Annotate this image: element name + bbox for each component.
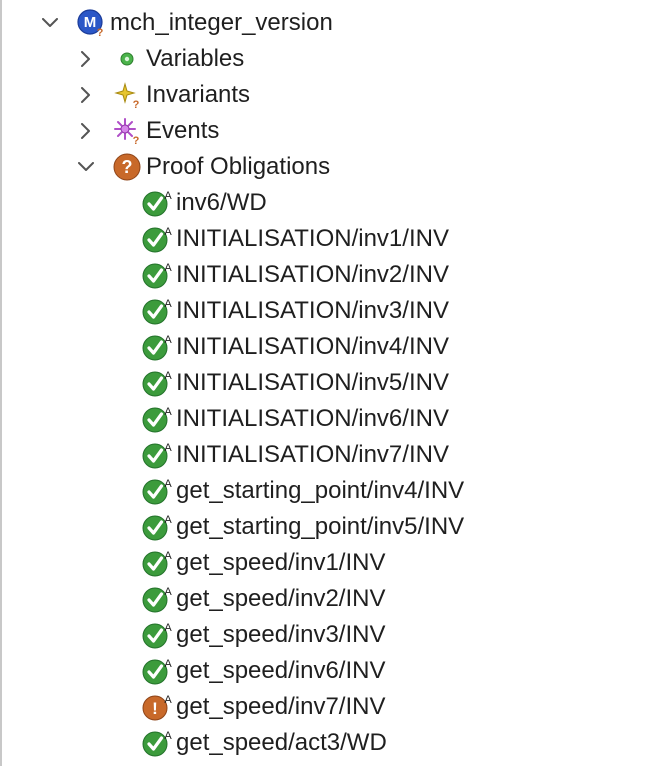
- svg-text:A: A: [164, 730, 172, 742]
- events-label: Events: [146, 117, 220, 144]
- svg-text:A: A: [164, 442, 172, 454]
- proof-obligation-item[interactable]: A INITIALISATION/inv1/INV: [0, 221, 666, 257]
- discharged-check-icon: A: [142, 296, 174, 326]
- invariants-label: Invariants: [146, 81, 251, 108]
- svg-text:A: A: [164, 658, 172, 670]
- events-icon: ?: [112, 116, 142, 146]
- discharged-check-icon: A: [142, 224, 174, 254]
- svg-text:?: ?: [133, 99, 140, 110]
- project-tree: M ? mch_integer_version Variables ? Inva…: [0, 5, 666, 761]
- svg-text:M: M: [84, 14, 97, 31]
- proof-obligation-label: get_speed/inv6/INV: [176, 657, 386, 684]
- svg-text:A: A: [164, 550, 172, 562]
- discharged-check-icon: A: [142, 656, 174, 686]
- chevron-right-icon[interactable]: [74, 47, 98, 71]
- proof-obligation-item[interactable]: A get_starting_point/inv4/INV: [0, 473, 666, 509]
- discharged-check-icon: A: [142, 548, 174, 578]
- discharged-check-icon: A: [142, 368, 174, 398]
- tree-item-variables[interactable]: Variables: [0, 41, 666, 77]
- proof-obligation-label: get_speed/inv2/INV: [176, 585, 386, 612]
- proof-obligation-label: get_starting_point/inv5/INV: [176, 513, 465, 540]
- svg-text:A: A: [164, 406, 172, 418]
- discharged-check-icon: A: [142, 584, 174, 614]
- proof-obligations-label: Proof Obligations: [146, 153, 331, 180]
- machine-label: mch_integer_version: [110, 9, 333, 36]
- proof-obligation-label: get_speed/act3/WD: [176, 729, 387, 756]
- svg-text:A: A: [164, 298, 172, 310]
- discharged-check-icon: A: [142, 476, 174, 506]
- proof-obligation-label: INITIALISATION/inv2/INV: [176, 261, 449, 288]
- proof-obligation-label: INITIALISATION/inv3/INV: [176, 297, 449, 324]
- proof-obligation-item[interactable]: A get_speed/inv2/INV: [0, 581, 666, 617]
- chevron-down-icon[interactable]: [38, 11, 62, 35]
- svg-text:A: A: [164, 478, 172, 490]
- proof-obligation-label: INITIALISATION/inv7/INV: [176, 441, 449, 468]
- svg-text:A: A: [164, 190, 172, 202]
- variables-icon: [112, 44, 142, 74]
- proof-obligation-label: get_speed/inv7/INV: [176, 693, 386, 720]
- proof-obligation-label: inv6/WD: [176, 189, 267, 216]
- discharged-check-icon: A: [142, 260, 174, 290]
- discharged-check-icon: A: [142, 512, 174, 542]
- discharged-check-icon: A: [142, 620, 174, 650]
- proof-obligations-list: A inv6/WD A INITIALISATION/inv1/INV A IN…: [0, 185, 666, 761]
- proof-obligation-label: INITIALISATION/inv5/INV: [176, 369, 449, 396]
- svg-text:A: A: [164, 226, 172, 238]
- proof-obligation-item[interactable]: A INITIALISATION/inv5/INV: [0, 365, 666, 401]
- proof-obligation-label: get_speed/inv3/INV: [176, 621, 386, 648]
- proof-obligation-item[interactable]: A inv6/WD: [0, 185, 666, 221]
- svg-text:?: ?: [133, 135, 140, 146]
- discharged-check-icon: A: [142, 332, 174, 362]
- variables-label: Variables: [146, 45, 245, 72]
- proof-obligation-item[interactable]: A get_speed/inv1/INV: [0, 545, 666, 581]
- tree-item-proof-obligations[interactable]: ? Proof Obligations: [0, 149, 666, 185]
- proof-obligation-label: INITIALISATION/inv4/INV: [176, 333, 449, 360]
- proof-obligation-item[interactable]: A INITIALISATION/inv7/INV: [0, 437, 666, 473]
- svg-text:?: ?: [122, 157, 133, 177]
- undischarged-proof-icon: ! A: [142, 692, 174, 722]
- proof-obligation-item[interactable]: ! A get_speed/inv7/INV: [0, 689, 666, 725]
- discharged-check-icon: A: [142, 728, 174, 758]
- tree-item-invariants[interactable]: ? Invariants: [0, 77, 666, 113]
- svg-text:!: !: [152, 699, 158, 718]
- svg-text:A: A: [164, 370, 172, 382]
- proof-obligations-icon: ?: [112, 152, 142, 182]
- discharged-check-icon: A: [142, 188, 174, 218]
- proof-obligation-label: INITIALISATION/inv1/INV: [176, 225, 449, 252]
- tree-item-machine[interactable]: M ? mch_integer_version: [0, 5, 666, 41]
- proof-obligation-label: get_speed/inv1/INV: [176, 549, 386, 576]
- svg-text:?: ?: [97, 27, 104, 38]
- proof-obligation-item[interactable]: A INITIALISATION/inv2/INV: [0, 257, 666, 293]
- svg-text:A: A: [164, 334, 172, 346]
- chevron-right-icon[interactable]: [74, 119, 98, 143]
- invariants-icon: ?: [112, 80, 142, 110]
- tree-item-events[interactable]: ? Events: [0, 113, 666, 149]
- proof-obligation-label: INITIALISATION/inv6/INV: [176, 405, 449, 432]
- discharged-check-icon: A: [142, 404, 174, 434]
- proof-obligation-item[interactable]: A INITIALISATION/inv4/INV: [0, 329, 666, 365]
- proof-obligation-item[interactable]: A INITIALISATION/inv3/INV: [0, 293, 666, 329]
- proof-obligation-item[interactable]: A get_speed/inv3/INV: [0, 617, 666, 653]
- chevron-right-icon[interactable]: [74, 83, 98, 107]
- proof-obligation-item[interactable]: A INITIALISATION/inv6/INV: [0, 401, 666, 437]
- proof-obligation-item[interactable]: A get_speed/act3/WD: [0, 725, 666, 761]
- proof-obligation-item[interactable]: A get_speed/inv6/INV: [0, 653, 666, 689]
- discharged-check-icon: A: [142, 440, 174, 470]
- svg-text:A: A: [164, 514, 172, 526]
- svg-text:A: A: [164, 694, 172, 706]
- proof-obligation-label: get_starting_point/inv4/INV: [176, 477, 465, 504]
- svg-text:A: A: [164, 586, 172, 598]
- svg-text:A: A: [164, 262, 172, 274]
- proof-obligation-item[interactable]: A get_starting_point/inv5/INV: [0, 509, 666, 545]
- chevron-down-icon[interactable]: [74, 155, 98, 179]
- machine-icon: M ?: [76, 8, 106, 38]
- svg-text:A: A: [164, 622, 172, 634]
